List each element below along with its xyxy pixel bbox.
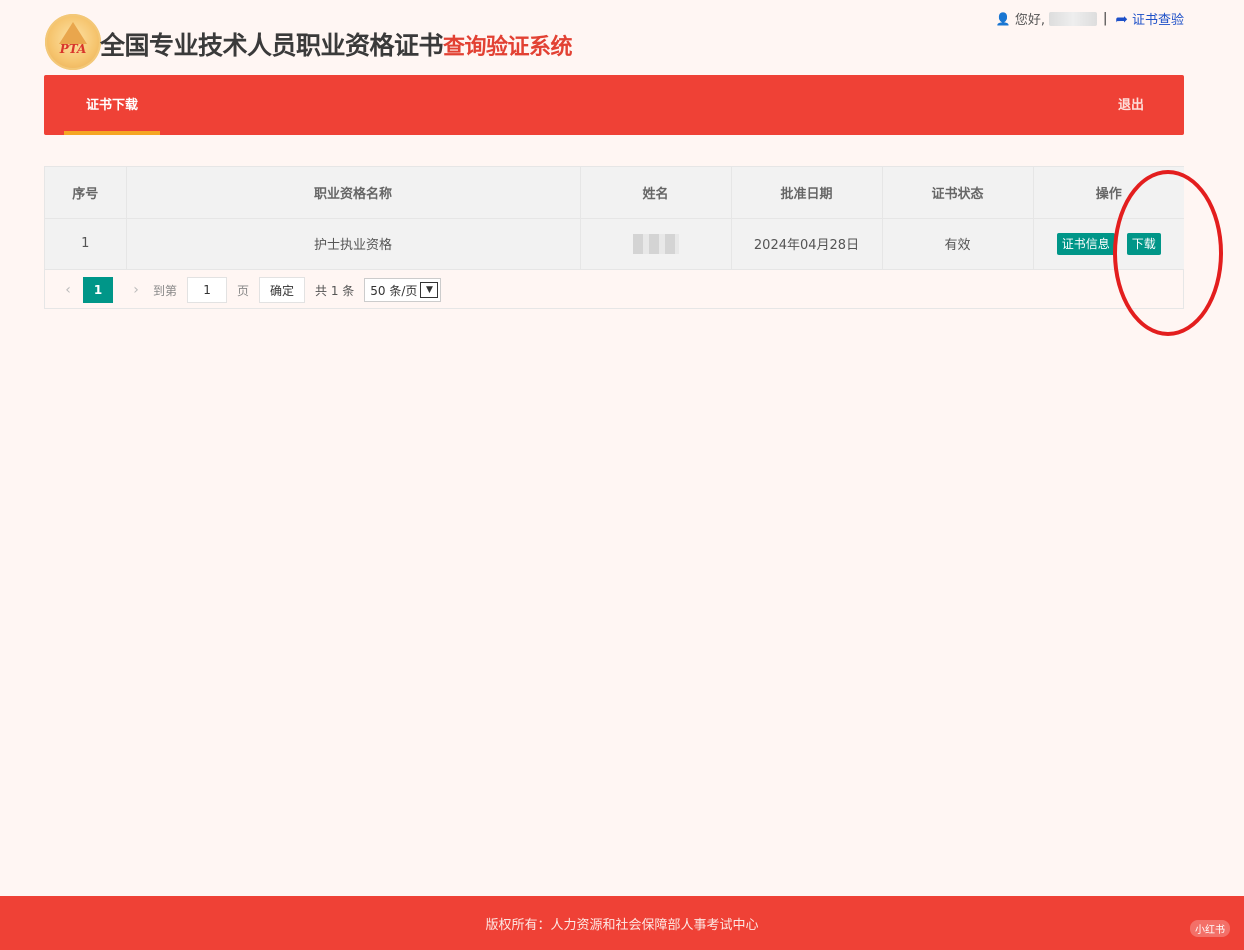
nav-bar: 证书下载 退出 bbox=[44, 75, 1184, 135]
col-header-name: 姓名 bbox=[580, 167, 732, 219]
logo-text: PTA bbox=[59, 42, 87, 56]
cell-status: 有效 bbox=[882, 218, 1034, 270]
user-bar: 👤 您好, | ➦ 证书查验 bbox=[995, 9, 1184, 29]
separator: | bbox=[1103, 11, 1108, 26]
logout-button[interactable]: 退出 bbox=[1118, 75, 1144, 137]
chevron-down-icon[interactable]: ▼ bbox=[420, 282, 439, 298]
col-header-qualification: 职业资格名称 bbox=[126, 167, 581, 219]
tab-certificate-download[interactable]: 证书下载 bbox=[64, 75, 160, 135]
verify-link[interactable]: 证书查验 bbox=[1132, 9, 1184, 28]
annotation-circle bbox=[1113, 170, 1223, 336]
certificate-table-panel: 序号 职业资格名称 姓名 批准日期 证书状态 操作 1 护士执业资格 2024年… bbox=[44, 166, 1184, 309]
goto-page-input[interactable] bbox=[187, 277, 228, 303]
col-header-date: 批准日期 bbox=[731, 167, 883, 219]
cell-date: 2024年04月28日 bbox=[731, 218, 883, 270]
prev-page-icon[interactable]: ‹ bbox=[57, 282, 79, 298]
logo-triangle-icon bbox=[59, 22, 87, 44]
site-title-sub: 查询验证系统 bbox=[443, 35, 573, 60]
certificate-info-button[interactable]: 证书信息 bbox=[1056, 232, 1115, 255]
certificate-table: 序号 职业资格名称 姓名 批准日期 证书状态 操作 1 护士执业资格 2024年… bbox=[45, 167, 1184, 270]
table-row: 1 护士执业资格 2024年04月28日 有效 证书信息 下载 bbox=[45, 218, 1184, 270]
greeting-text: 您好, bbox=[1014, 13, 1046, 28]
goto-confirm-button[interactable]: 确定 bbox=[259, 277, 306, 303]
pta-logo: PTA bbox=[45, 14, 101, 70]
next-page-icon[interactable]: › bbox=[125, 282, 147, 298]
share-arrow-icon[interactable]: ➦ bbox=[1115, 10, 1128, 28]
cell-qualification: 护士执业资格 bbox=[126, 218, 581, 270]
page-size-select[interactable]: 50 条/页 ▼ bbox=[364, 278, 442, 302]
page-size-value: 50 条/页 bbox=[370, 283, 418, 298]
col-header-status: 证书状态 bbox=[882, 167, 1034, 219]
col-header-index: 序号 bbox=[45, 167, 127, 219]
cell-name bbox=[580, 218, 732, 270]
name-redacted bbox=[632, 233, 679, 254]
active-tab-underline bbox=[64, 131, 160, 135]
site-title: 全国专业技术人员职业资格证书查询验证系统 bbox=[100, 26, 573, 62]
total-count: 共 1 条 bbox=[315, 283, 355, 298]
table-header-row: 序号 职业资格名称 姓名 批准日期 证书状态 操作 bbox=[45, 167, 1184, 219]
pagination: ‹ 1 › 到第 页 确定 共 1 条 50 条/页 ▼ bbox=[45, 270, 1183, 310]
cell-index: 1 bbox=[45, 218, 127, 270]
footer: 版权所有：人力资源和社会保障部人事考试中心 bbox=[0, 896, 1244, 950]
page-unit-label: 页 bbox=[237, 283, 250, 298]
current-page-button[interactable]: 1 bbox=[83, 277, 113, 303]
site-title-main: 全国专业技术人员职业资格证书 bbox=[100, 31, 444, 60]
watermark: 小红书 bbox=[1190, 920, 1230, 937]
user-icon: 👤 bbox=[995, 11, 1011, 26]
tab-label: 证书下载 bbox=[85, 98, 138, 113]
username-redacted bbox=[1049, 11, 1098, 26]
footer-copyright: 版权所有：人力资源和社会保障部人事考试中心 bbox=[485, 918, 759, 933]
goto-label: 到第 bbox=[153, 283, 178, 298]
